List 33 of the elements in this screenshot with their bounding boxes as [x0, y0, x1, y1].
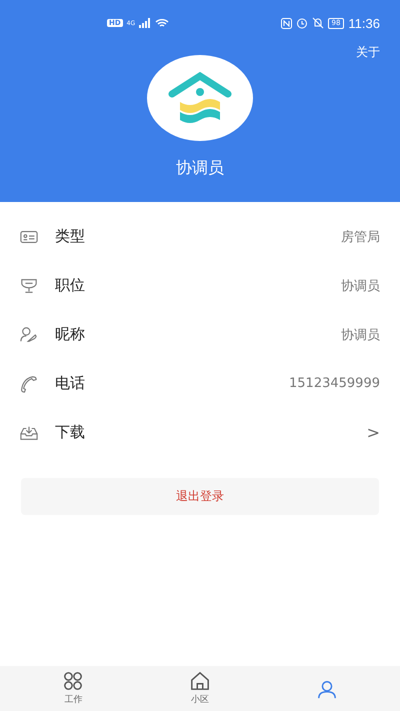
- mute-icon: [312, 17, 324, 29]
- row-value: 协调员: [341, 326, 380, 344]
- profile-row[interactable]: 昵称 协调员: [0, 310, 400, 359]
- row-value: 协调员: [341, 278, 380, 294]
- signal-icon: [139, 18, 152, 28]
- profile-row[interactable]: 电话 15123459999: [0, 359, 400, 408]
- row-value: 房管局: [341, 228, 380, 246]
- phone-icon: [20, 374, 38, 392]
- alarm-icon: [296, 17, 308, 29]
- row-label: 下载: [55, 423, 85, 442]
- wifi-icon: [155, 18, 170, 28]
- profile-row[interactable]: 职位 协调员: [0, 261, 400, 310]
- download-tray-icon: [20, 424, 38, 442]
- role-title: 协调员: [176, 158, 224, 179]
- user-icon: [316, 678, 337, 698]
- profile-row[interactable]: 下载 >: [0, 408, 400, 457]
- row-label: 职位: [55, 276, 85, 295]
- home-icon: [190, 671, 210, 691]
- nav-tab[interactable]: 工作: [33, 671, 114, 706]
- person-icon: [20, 326, 38, 344]
- nav-tab[interactable]: 小区: [160, 671, 240, 706]
- house-logo-icon: [168, 72, 232, 124]
- row-label: 昵称: [55, 325, 85, 344]
- row-value: 15123459999: [289, 376, 380, 391]
- nfc-icon: [280, 18, 292, 28]
- grid-icon: [63, 671, 84, 691]
- row-label: 类型: [55, 227, 85, 246]
- about-link[interactable]: 关于: [356, 44, 380, 61]
- logout-button[interactable]: 退出登录: [21, 478, 379, 515]
- status-time: 11:36: [348, 16, 380, 30]
- row-label: 电话: [55, 374, 85, 393]
- chevron-icon: >: [366, 423, 380, 442]
- profile-row[interactable]: 类型 房管局: [0, 212, 400, 261]
